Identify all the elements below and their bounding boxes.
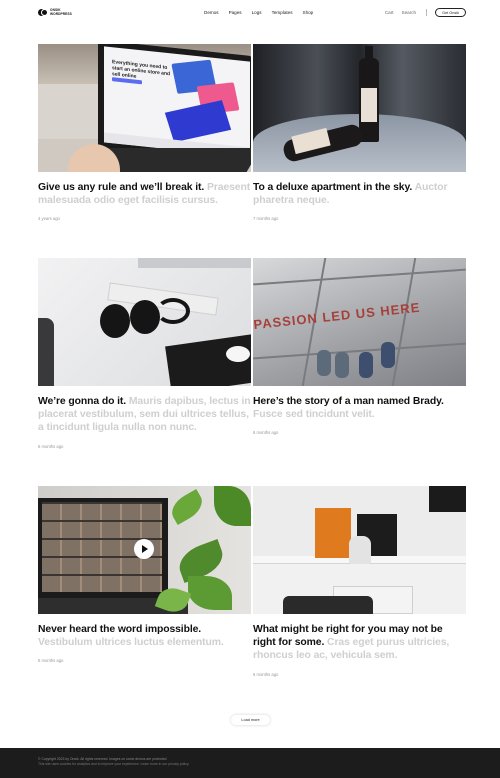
post-card[interactable]: We’re gonna do it. Mauris dapibus, lectu… <box>38 258 251 449</box>
post-image-laptop[interactable]: Everything you need to start an online s… <box>38 44 251 172</box>
logo-text: ONSIK WORDPRESS <box>50 8 80 16</box>
post-card[interactable]: Everything you need to start an online s… <box>38 44 251 221</box>
post-image-shelf[interactable] <box>253 486 466 614</box>
post-excerpt: Fusce sed tincidunt velit. <box>253 409 375 421</box>
footer-copyright: © Copyright 2023 by Onsik. All rights re… <box>38 757 168 761</box>
post-title[interactable]: Here’s the story of a man named Brady. F… <box>253 395 466 421</box>
nav-item-pages[interactable]: Pages <box>229 10 242 15</box>
post-title[interactable]: Give us any rule and we’ll break it. Pra… <box>38 181 251 207</box>
post-time: 6 months ago <box>38 443 64 449</box>
post-image-floor[interactable]: PASSION LED US HERE <box>253 258 466 386</box>
post-title-text[interactable]: Never heard the word impossible. <box>38 624 201 635</box>
post-image-desk[interactable] <box>38 258 251 386</box>
post-card[interactable]: PASSION LED US HERE Here’s the story of … <box>253 258 466 435</box>
post-time: 6 months ago <box>253 430 279 436</box>
search-link[interactable]: Search <box>402 10 417 15</box>
nav-item-logs[interactable]: Logs <box>252 10 262 15</box>
post-card[interactable]: To a deluxe apartment in the sky. Auctor… <box>253 44 466 221</box>
cart-link[interactable]: Cart <box>385 10 394 15</box>
footer-cookie-notice: This site uses cookies for analytics and… <box>38 762 190 766</box>
post-excerpt: Vestibulum ultrices luctus elementum. <box>38 637 224 649</box>
load-more-button[interactable]: Load more <box>231 715 270 725</box>
get-onsik-button[interactable]: Get Onsik <box>435 8 466 17</box>
post-title[interactable]: Never heard the word impossible. Vestibu… <box>38 623 251 649</box>
nav-item-templates[interactable]: Templates <box>272 10 293 15</box>
post-time: 7 months ago <box>253 216 279 222</box>
orange-book <box>315 508 351 558</box>
post-title-text[interactable]: To a deluxe apartment in the sky. <box>253 182 412 193</box>
post-title[interactable]: We’re gonna do it. Mauris dapibus, lectu… <box>38 395 251 435</box>
play-button[interactable] <box>134 539 154 559</box>
post-title-text[interactable]: Here’s the story of a man named Brady. <box>253 396 444 407</box>
site-header: ONSIK WORDPRESS Demos Pages Logs Templat… <box>0 0 500 26</box>
post-time: 4 years ago <box>38 216 60 222</box>
post-image-bottle[interactable] <box>253 44 466 172</box>
header-divider <box>426 9 428 16</box>
post-time: 6 months ago <box>38 658 64 664</box>
site-footer: © Copyright 2023 by Onsik. All rights re… <box>0 748 500 778</box>
nav-item-shop[interactable]: Shop <box>303 10 314 15</box>
laptop-screen: Everything you need to start an online s… <box>104 46 250 158</box>
logo-mark-icon <box>38 9 48 17</box>
post-time: 6 months ago <box>253 671 279 677</box>
post-title-text[interactable]: Give us any rule and we’ll break it. <box>38 182 204 193</box>
post-title[interactable]: What might be right for you may not be r… <box>253 623 466 663</box>
post-card[interactable]: Never heard the word impossible. Vestibu… <box>38 486 251 663</box>
post-card[interactable]: What might be right for you may not be r… <box>253 486 466 677</box>
play-icon <box>142 545 148 553</box>
nav-item-demos[interactable]: Demos <box>204 10 219 15</box>
main-nav: Demos Pages Logs Templates Shop <box>204 10 323 15</box>
post-title-text[interactable]: We’re gonna do it. <box>38 396 126 407</box>
post-image-video-call[interactable] <box>38 486 251 614</box>
header-actions: Cart Search Get Onsik <box>377 8 466 17</box>
site-logo[interactable]: ONSIK WORDPRESS <box>38 8 80 17</box>
post-title[interactable]: To a deluxe apartment in the sky. Auctor… <box>253 181 466 207</box>
logo-line2: WORDPRESS <box>50 11 72 16</box>
